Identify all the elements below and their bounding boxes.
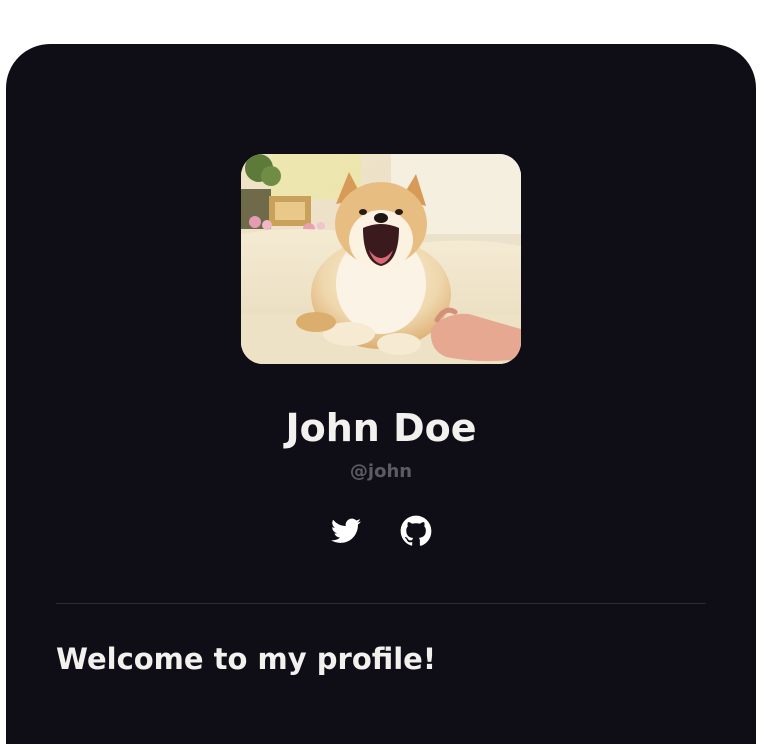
profile-handle: @john <box>349 461 413 482</box>
profile-name: John Doe <box>285 406 477 450</box>
github-icon <box>400 515 432 546</box>
avatar <box>241 154 521 364</box>
section-divider <box>56 603 706 604</box>
shiba-dog-image <box>241 154 521 364</box>
profile-card: John Doe @john Welcome to my profile! <box>6 44 756 744</box>
twitter-link[interactable] <box>330 514 362 548</box>
welcome-heading: Welcome to my profile! <box>56 642 437 676</box>
github-link[interactable] <box>400 514 432 548</box>
social-links <box>6 514 756 548</box>
twitter-icon <box>331 518 361 543</box>
